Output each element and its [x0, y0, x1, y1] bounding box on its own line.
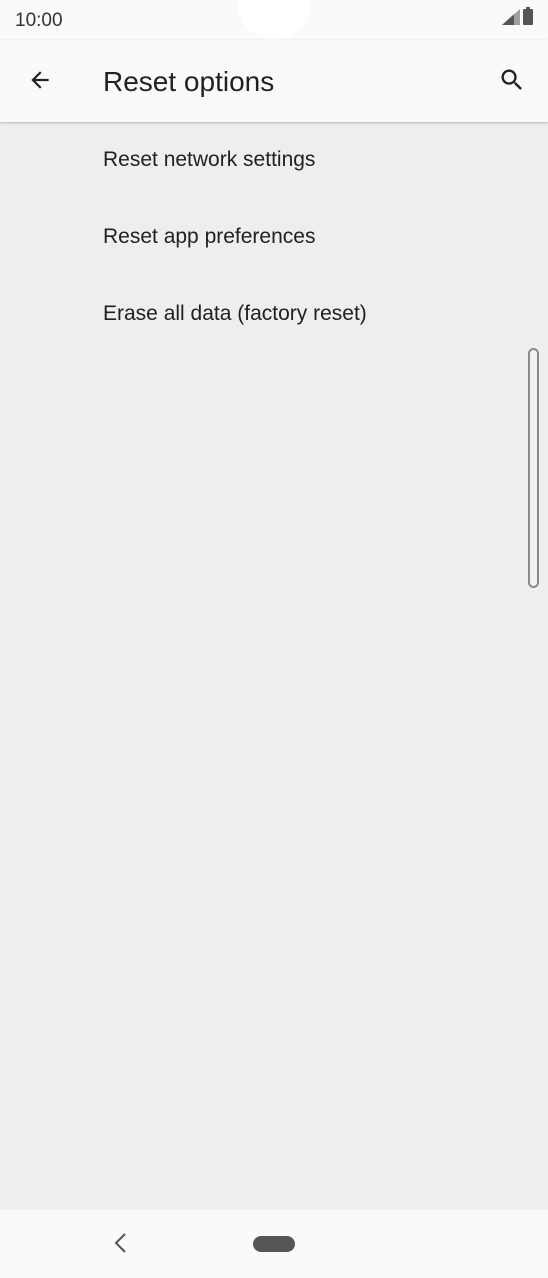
battery-icon — [523, 7, 533, 30]
status-bar: 10:00 — [0, 0, 548, 40]
status-icons — [502, 7, 533, 30]
option-reset-app-preferences[interactable]: Reset app preferences — [0, 199, 548, 276]
page-title: Reset options — [103, 66, 275, 97]
option-label: Reset network settings — [103, 148, 316, 171]
options-list: Reset network settings Reset app prefere… — [0, 122, 548, 1210]
cell-signal-icon — [502, 9, 520, 30]
navigation-bar — [0, 1210, 548, 1278]
status-time: 10:00 — [15, 10, 63, 31]
arrow-back-icon — [27, 67, 53, 98]
search-icon — [498, 66, 526, 99]
home-pill-icon[interactable] — [253, 1236, 295, 1252]
search-button[interactable] — [490, 60, 534, 104]
nav-back-icon — [113, 1232, 127, 1259]
option-erase-all-data[interactable]: Erase all data (factory reset) — [0, 276, 548, 353]
option-reset-network-settings[interactable]: Reset network settings — [0, 122, 548, 199]
option-label: Reset app preferences — [103, 225, 316, 248]
nav-back-button[interactable] — [103, 1228, 137, 1262]
back-button[interactable] — [18, 60, 62, 104]
option-label: Erase all data (factory reset) — [103, 302, 367, 325]
scrollbar[interactable] — [528, 348, 539, 588]
camera-notch — [238, 0, 310, 40]
app-bar: Reset options — [0, 40, 548, 122]
